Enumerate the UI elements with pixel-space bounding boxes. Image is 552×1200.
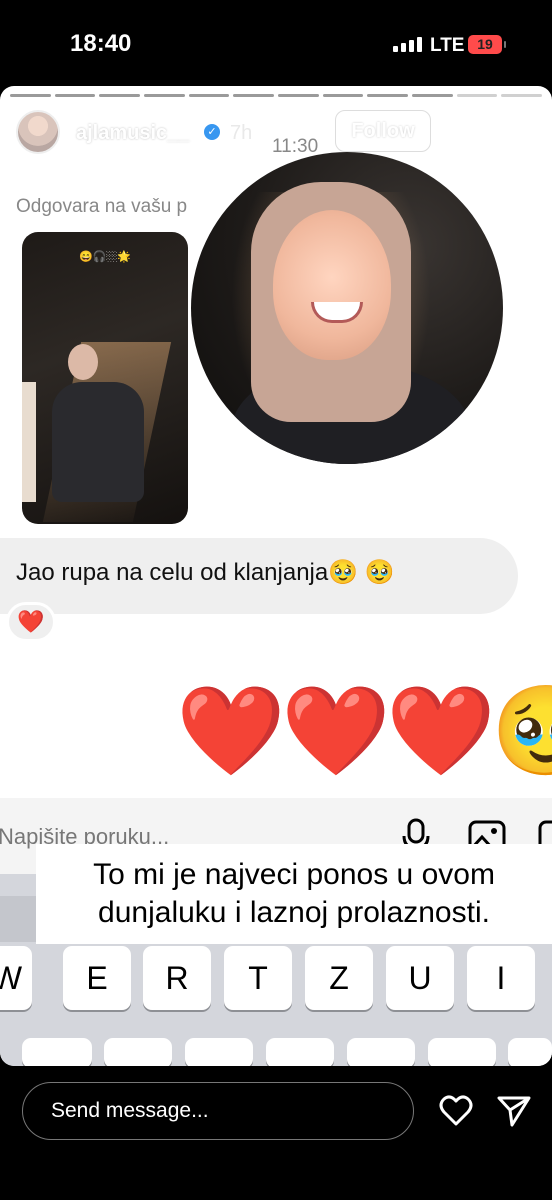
key-t[interactable]: T <box>224 946 292 1010</box>
keyboard-key[interactable] <box>428 1038 496 1066</box>
story-age: 7h <box>230 122 253 144</box>
pleading-face-emoji: 🥹 <box>491 681 552 780</box>
story-frame[interactable]: ajlamusic__ ✓ 7h Follow ••• 11:30 Odgova… <box>0 86 552 1066</box>
keyboard-key[interactable] <box>104 1038 172 1066</box>
follow-button[interactable]: Follow <box>335 110 431 152</box>
reply-bar: Send message... <box>0 1066 552 1200</box>
keyboard-key[interactable] <box>266 1038 334 1066</box>
caption-line-2: dunjaluku i laznoj prolaznosti. <box>98 896 490 929</box>
story-username[interactable]: ajlamusic__ <box>76 122 189 145</box>
avatar[interactable] <box>16 110 60 154</box>
close-button[interactable] <box>506 110 542 152</box>
message-timestamp: 11:30 <box>272 136 319 157</box>
key-r[interactable]: R <box>143 946 211 1010</box>
heart-icon <box>439 1095 473 1126</box>
like-button[interactable] <box>438 1094 474 1128</box>
keyboard-key[interactable] <box>185 1038 253 1066</box>
story-caption: To mi je najveci ponos u ovom dunjaluku … <box>36 844 552 944</box>
more-options-button[interactable]: ••• <box>456 110 484 152</box>
key-z[interactable]: Z <box>305 946 373 1010</box>
circular-photo[interactable] <box>191 152 503 464</box>
close-icon <box>510 117 538 145</box>
keyboard-key[interactable] <box>22 1038 92 1066</box>
message-text: Jao rupa na celu od klanjanja🥹 🥹 <box>16 559 395 586</box>
verified-badge-icon: ✓ <box>204 124 220 140</box>
heart-emoji: ❤️ <box>386 681 496 780</box>
send-message-placeholder: Send message... <box>51 1099 209 1122</box>
network-type: LTE <box>430 35 465 56</box>
status-bar: 18:40 LTE 19 <box>0 0 552 86</box>
message-reaction[interactable]: ❤️ <box>6 602 56 642</box>
share-button[interactable] <box>496 1094 532 1128</box>
keyboard-key[interactable] <box>508 1038 552 1066</box>
battery-icon: 19 <box>468 35 506 54</box>
signal-icon <box>393 37 422 52</box>
send-message-input[interactable]: Send message... <box>22 1082 414 1140</box>
story-progress <box>10 94 543 97</box>
send-icon <box>497 1096 531 1127</box>
caption-line-1: To mi je najveci ponos u ovom <box>93 858 495 891</box>
story-thumb-emojis: 😄🎧🏼🌟 <box>78 251 132 263</box>
heart-emoji: ❤️ <box>281 681 391 780</box>
key-u[interactable]: U <box>386 946 454 1010</box>
key-w[interactable]: W <box>0 946 32 1010</box>
keyboard-toolbar <box>0 896 36 942</box>
keyboard-key[interactable] <box>347 1038 415 1066</box>
replied-story-thumbnail[interactable]: 😄🎧🏼🌟 <box>22 232 188 524</box>
emoji-message[interactable]: ❤️❤️❤️🥹 <box>176 676 552 786</box>
key-i[interactable]: I <box>467 946 535 1010</box>
reply-note: Odgovara na vašu p <box>16 196 188 217</box>
status-time: 18:40 <box>70 30 132 57</box>
key-e[interactable]: E <box>63 946 131 1010</box>
heart-emoji: ❤️ <box>176 681 286 780</box>
